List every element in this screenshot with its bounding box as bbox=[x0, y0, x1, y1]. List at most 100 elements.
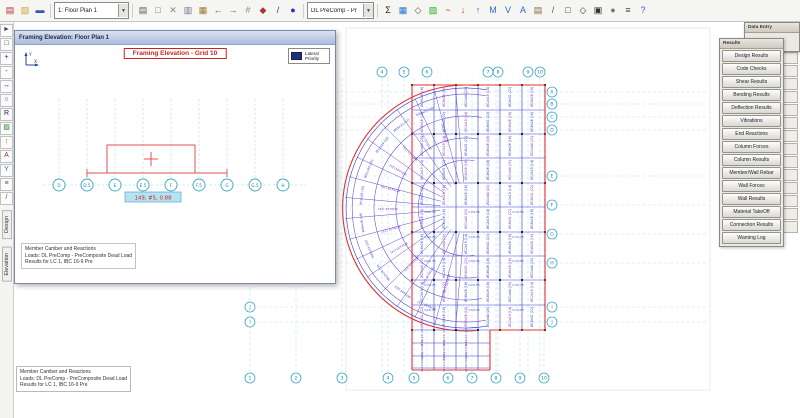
box-select-icon[interactable]: □ bbox=[561, 3, 575, 18]
shear-diagram-icon[interactable]: V bbox=[501, 3, 515, 18]
results-titlebar[interactable]: Results bbox=[720, 39, 783, 49]
svg-text:W12x19 (14): W12x19 (14) bbox=[530, 160, 534, 180]
zoom-out-icon[interactable]: - bbox=[0, 66, 13, 79]
svg-text:W16x26 (18): W16x26 (18) bbox=[420, 87, 424, 107]
tab-design[interactable]: Design bbox=[2, 210, 12, 239]
dimension-annotation[interactable]: 149, #5, 0.88 bbox=[134, 196, 172, 202]
paste-icon[interactable]: ▦ bbox=[196, 3, 210, 18]
save-model-icon[interactable]: ▬ bbox=[33, 3, 47, 18]
toolbar-separator bbox=[50, 4, 51, 18]
top-toolbar: ▤▧▬ 1: Floor Plan 1 ▼ ▤□✕▥▦←→#◆/● DL Pre… bbox=[0, 0, 800, 22]
framing-elevation-titlebar[interactable]: Framing Elevation: Floor Plan 1 bbox=[15, 31, 335, 45]
svg-text:W16x26 (16): W16x26 (16) bbox=[530, 234, 534, 254]
svg-text:W12x19 (14): W12x19 (14) bbox=[486, 209, 490, 229]
results-browser-icon[interactable]: ▦ bbox=[396, 3, 410, 18]
svg-text:W16x31 (22): W16x31 (22) bbox=[364, 239, 375, 259]
svg-text:W12x19 (14): W12x19 (14) bbox=[442, 258, 446, 278]
reactions-icon[interactable]: ↑ bbox=[471, 3, 485, 18]
zoom-window-icon[interactable]: □ bbox=[0, 38, 13, 51]
results-item-warning-log[interactable]: Warning Log bbox=[722, 232, 781, 244]
results-item-column-forces[interactable]: Column Forces bbox=[722, 141, 781, 153]
svg-text:W16x31 (22): W16x31 (22) bbox=[508, 87, 512, 107]
snap-toggle-icon[interactable]: ◆ bbox=[256, 3, 270, 18]
results-item-column-results[interactable]: Column Results bbox=[722, 154, 781, 166]
framing-elevation-title: Framing Elevation: Floor Plan 1 bbox=[19, 35, 109, 41]
svg-text:3: 3 bbox=[341, 376, 344, 382]
undo-icon[interactable]: ← bbox=[211, 3, 225, 18]
results-item-bending-results[interactable]: Bending Results bbox=[722, 89, 781, 101]
sort-icon[interactable]: ≡ bbox=[0, 178, 13, 191]
loads-view-icon[interactable]: ↓ bbox=[456, 3, 470, 18]
svg-text:F: F bbox=[551, 203, 554, 209]
graphic-editing-icon[interactable]: / bbox=[546, 3, 560, 18]
full-model-view-icon[interactable]: ○ bbox=[0, 94, 13, 107]
svg-text:W16x26 (16): W16x26 (16) bbox=[464, 185, 468, 205]
redo-icon[interactable]: → bbox=[226, 3, 240, 18]
cut-icon[interactable]: ✕ bbox=[166, 3, 180, 18]
select-icon[interactable]: ► bbox=[0, 24, 13, 37]
svg-text:C: C bbox=[550, 115, 553, 121]
annotation-icon[interactable]: A bbox=[0, 150, 13, 163]
print-icon[interactable]: ▤ bbox=[136, 3, 150, 18]
draw-column-icon[interactable]: ● bbox=[286, 3, 300, 18]
rotate-view-icon[interactable]: R bbox=[0, 108, 13, 121]
results-item-deflection-results[interactable]: Deflection Results bbox=[722, 102, 781, 114]
svg-text:W16x31 (22): W16x31 (22) bbox=[420, 185, 424, 205]
results-item-connection-results[interactable]: Connection Results bbox=[722, 219, 781, 231]
svg-text:C=0.75: C=0.75 bbox=[512, 210, 523, 214]
open-model-icon[interactable]: ▧ bbox=[18, 3, 32, 18]
spreadsheet-icon[interactable]: ▤ bbox=[531, 3, 545, 18]
pan-icon[interactable]: ↔ bbox=[0, 80, 13, 93]
view-selector-dropdown[interactable]: 1: Floor Plan 1 ▼ bbox=[54, 2, 129, 19]
copy-icon[interactable]: ▥ bbox=[181, 3, 195, 18]
results-item-shear-results[interactable]: Shear Results bbox=[722, 76, 781, 88]
svg-text:W16x31 (22): W16x31 (22) bbox=[530, 307, 534, 327]
polygon-select-icon[interactable]: ◇ bbox=[576, 3, 590, 18]
svg-text:W16x26 (18): W16x26 (18) bbox=[508, 112, 512, 132]
svg-text:H: H bbox=[281, 183, 284, 188]
3d-view-icon[interactable]: ◇ bbox=[411, 3, 425, 18]
svg-text:W16x26 (18): W16x26 (18) bbox=[359, 213, 366, 233]
zoom-in-icon[interactable]: + bbox=[0, 52, 13, 65]
load-case-dropdown[interactable]: DL PreComp - Pr ▼ bbox=[307, 2, 374, 19]
results-item-design-results[interactable]: Design Results bbox=[722, 50, 781, 62]
results-item-material-takeoff[interactable]: Material TakeOff bbox=[722, 206, 781, 218]
axial-diagram-icon[interactable]: A bbox=[516, 3, 530, 18]
draw-member-icon[interactable]: / bbox=[271, 3, 285, 18]
left-toolbar: ►□+-↔○R▨↕AY≡/ Design Elevation bbox=[0, 22, 14, 418]
display-options-icon[interactable]: ≡ bbox=[621, 3, 635, 18]
svg-text:W12x19 (14): W12x19 (14) bbox=[402, 145, 419, 162]
results-item-wall-forces[interactable]: Wall Forces bbox=[722, 180, 781, 192]
chevron-down-icon[interactable]: ▼ bbox=[118, 4, 128, 17]
moment-diagram-icon[interactable]: M bbox=[486, 3, 500, 18]
svg-text:W16x31 (22): W16x31 (22) bbox=[486, 112, 490, 132]
new-model-icon[interactable]: ▤ bbox=[3, 3, 17, 18]
tab-elevation[interactable]: Elevation bbox=[2, 247, 12, 282]
results-item-code-checks[interactable]: Code Checks bbox=[722, 63, 781, 75]
svg-text:5: 5 bbox=[403, 70, 406, 76]
print-preview-icon[interactable]: □ bbox=[151, 3, 165, 18]
chevron-down-icon[interactable]: ▼ bbox=[363, 4, 373, 17]
axes-toggle-icon[interactable]: Y bbox=[0, 164, 13, 177]
results-title: Results bbox=[723, 41, 740, 46]
data-entry-titlebar[interactable]: Data Entry bbox=[745, 23, 799, 33]
svg-text:W16x31 (22): W16x31 (22) bbox=[442, 160, 446, 180]
svg-text:B: B bbox=[550, 102, 553, 108]
help-icon[interactable]: ? bbox=[636, 3, 650, 18]
solve-icon[interactable]: Σ bbox=[381, 3, 395, 18]
invert-select-icon[interactable]: ▣ bbox=[591, 3, 605, 18]
render-icon[interactable]: ▨ bbox=[426, 3, 440, 18]
svg-text:H: H bbox=[550, 261, 553, 267]
modify-icon[interactable]: / bbox=[0, 192, 13, 205]
results-item-member-wall-rebar[interactable]: Member/Wall Rebar bbox=[722, 167, 781, 179]
results-item-end-reactions[interactable]: End Reactions bbox=[722, 128, 781, 140]
deflected-shape-icon[interactable]: ~ bbox=[441, 3, 455, 18]
elevation-drawing[interactable]: DD.5EE.5FF.5GG.5H149, #5, 0.88 bbox=[15, 45, 335, 241]
grid-toggle-icon[interactable]: # bbox=[241, 3, 255, 18]
render-view-icon[interactable]: ▨ bbox=[0, 122, 13, 135]
distance-tool-icon[interactable]: ↕ bbox=[0, 136, 13, 149]
svg-text:E: E bbox=[114, 183, 117, 188]
lock-selection-icon[interactable]: ● bbox=[606, 3, 620, 18]
results-item-wall-results[interactable]: Wall Results bbox=[722, 193, 781, 205]
results-item-vibrations[interactable]: Vibrations bbox=[722, 115, 781, 127]
